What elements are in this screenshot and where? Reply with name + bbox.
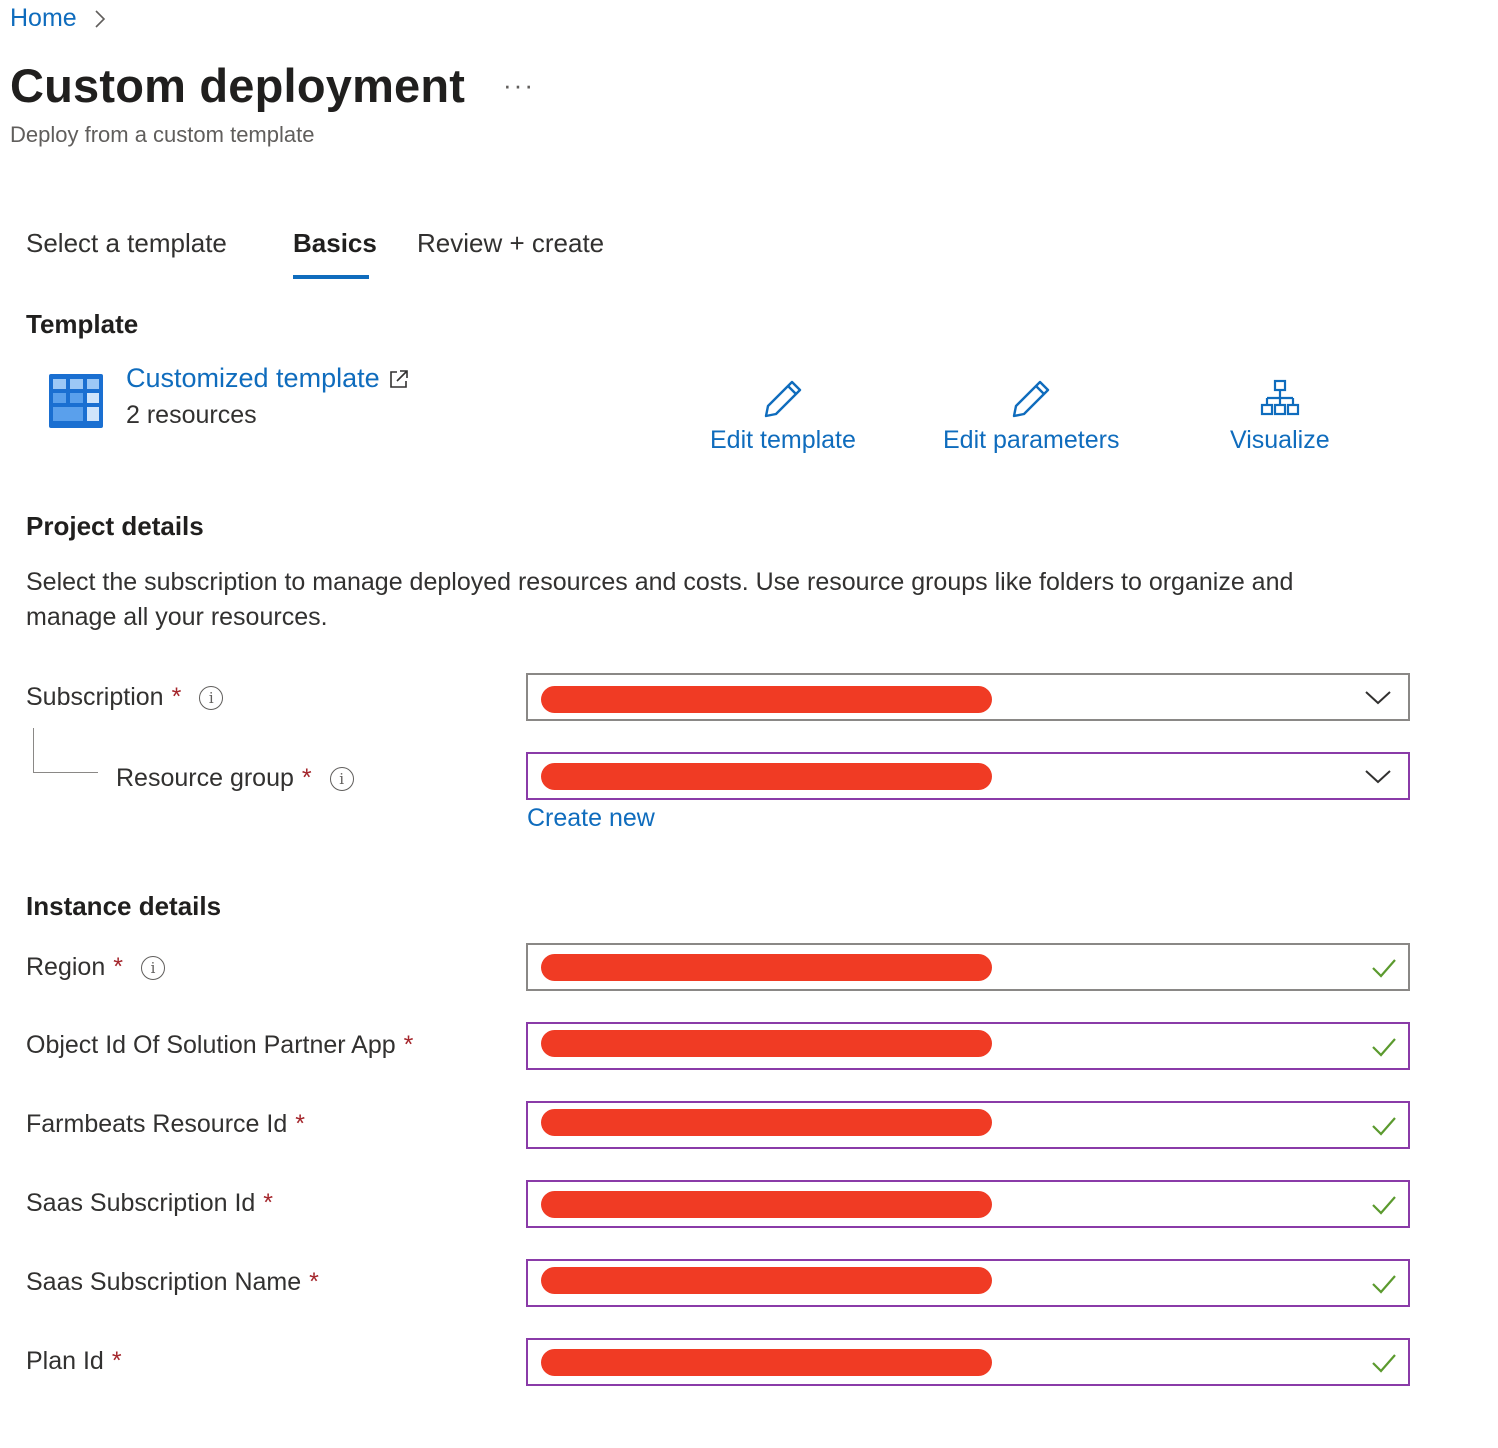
- redacted-value: [541, 763, 992, 790]
- redacted-value: [541, 1030, 992, 1057]
- checkmark-icon: [1372, 1038, 1396, 1057]
- template-icon: [49, 374, 103, 428]
- edit-template-button[interactable]: Edit template: [710, 378, 856, 455]
- object-id-input[interactable]: [526, 1022, 1410, 1070]
- tab-basics[interactable]: Basics: [293, 228, 377, 259]
- tab-select-a-template[interactable]: Select a template: [26, 228, 227, 259]
- subscription-dropdown[interactable]: [526, 673, 1410, 721]
- saas-subscription-name-label-text: Saas Subscription Name: [26, 1268, 302, 1296]
- region-label-text: Region: [26, 953, 106, 981]
- object-id-label: Object Id Of Solution Partner App *: [26, 1031, 413, 1060]
- subscription-label: Subscription * i: [26, 683, 224, 712]
- farmbeats-resource-id-label: Farmbeats Resource Id *: [26, 1110, 305, 1139]
- hierarchy-icon: [1260, 379, 1299, 416]
- visualize-label: Visualize: [1230, 426, 1330, 454]
- checkmark-icon: [1372, 1117, 1396, 1136]
- pencil-icon: [764, 380, 802, 418]
- redacted-value: [541, 1267, 992, 1294]
- redacted-value: [541, 686, 992, 713]
- region-label: Region * i: [26, 953, 165, 982]
- page-subtitle: Deploy from a custom template: [10, 122, 315, 147]
- saas-subscription-id-input[interactable]: [526, 1180, 1410, 1228]
- required-asterisk: *: [113, 953, 123, 981]
- pencil-icon: [1013, 380, 1050, 418]
- tree-connector: [33, 728, 98, 773]
- active-tab-indicator: [293, 275, 369, 279]
- subscription-label-text: Subscription: [26, 683, 164, 711]
- chevron-down-icon: [1365, 770, 1391, 784]
- required-asterisk: *: [403, 1031, 414, 1059]
- required-asterisk: *: [171, 683, 182, 711]
- breadcrumb-home-link[interactable]: Home: [10, 4, 77, 33]
- project-details-heading: Project details: [26, 511, 204, 541]
- template-heading: Template: [26, 309, 139, 339]
- saas-subscription-id-label-text: Saas Subscription Id: [26, 1189, 256, 1217]
- project-details-description: Select the subscription to manage deploy…: [26, 568, 1294, 631]
- instance-details-heading: Instance details: [26, 891, 222, 921]
- checkmark-icon: [1372, 1354, 1396, 1373]
- farmbeats-resource-id-input[interactable]: [526, 1101, 1410, 1149]
- region-input[interactable]: [526, 943, 1410, 991]
- plan-id-label-text: Plan Id: [26, 1347, 104, 1375]
- resource-group-dropdown[interactable]: [526, 752, 1410, 800]
- resource-group-label: Resource group * i: [116, 764, 354, 793]
- edit-parameters-button[interactable]: Edit parameters: [943, 378, 1119, 455]
- more-options-button[interactable]: ···: [503, 70, 535, 101]
- redacted-value: [541, 1349, 992, 1376]
- customized-template-label: Customized template: [126, 363, 380, 393]
- farmbeats-resource-id-label-text: Farmbeats Resource Id: [26, 1110, 288, 1138]
- info-icon[interactable]: i: [199, 685, 224, 710]
- checkmark-icon: [1372, 1196, 1396, 1215]
- required-asterisk: *: [111, 1347, 122, 1375]
- redacted-value: [541, 1109, 992, 1136]
- tab-review-create[interactable]: Review + create: [417, 228, 604, 259]
- info-icon[interactable]: i: [329, 766, 354, 791]
- external-link-icon: [389, 369, 408, 388]
- object-id-label-text: Object Id Of Solution Partner App: [26, 1031, 396, 1059]
- breadcrumb: Home: [10, 4, 107, 33]
- redacted-value: [541, 954, 992, 981]
- required-asterisk: *: [301, 764, 312, 792]
- checkmark-icon: [1372, 1275, 1396, 1294]
- customized-template-link[interactable]: Customized template: [126, 363, 410, 394]
- info-icon[interactable]: i: [140, 955, 165, 980]
- required-asterisk: *: [295, 1110, 305, 1138]
- checkmark-icon: [1372, 959, 1396, 978]
- saas-subscription-name-label: Saas Subscription Name *: [26, 1268, 319, 1297]
- chevron-down-icon: [1365, 691, 1391, 705]
- saas-subscription-name-input[interactable]: [526, 1259, 1410, 1307]
- plan-id-label: Plan Id *: [26, 1347, 122, 1376]
- visualize-button[interactable]: Visualize: [1230, 378, 1330, 455]
- page-title: Custom deployment: [10, 59, 466, 112]
- redacted-value: [541, 1191, 992, 1218]
- create-new-resource-group-link[interactable]: Create new: [527, 804, 655, 833]
- plan-id-input[interactable]: [526, 1338, 1410, 1386]
- template-resource-count: 2 resources: [126, 401, 257, 429]
- resource-group-label-text: Resource group: [116, 764, 294, 792]
- edit-template-label: Edit template: [710, 426, 856, 454]
- required-asterisk: *: [263, 1189, 274, 1217]
- chevron-right-icon: [95, 9, 105, 28]
- saas-subscription-id-label: Saas Subscription Id *: [26, 1189, 273, 1218]
- edit-parameters-label: Edit parameters: [943, 426, 1120, 454]
- required-asterisk: *: [309, 1268, 319, 1296]
